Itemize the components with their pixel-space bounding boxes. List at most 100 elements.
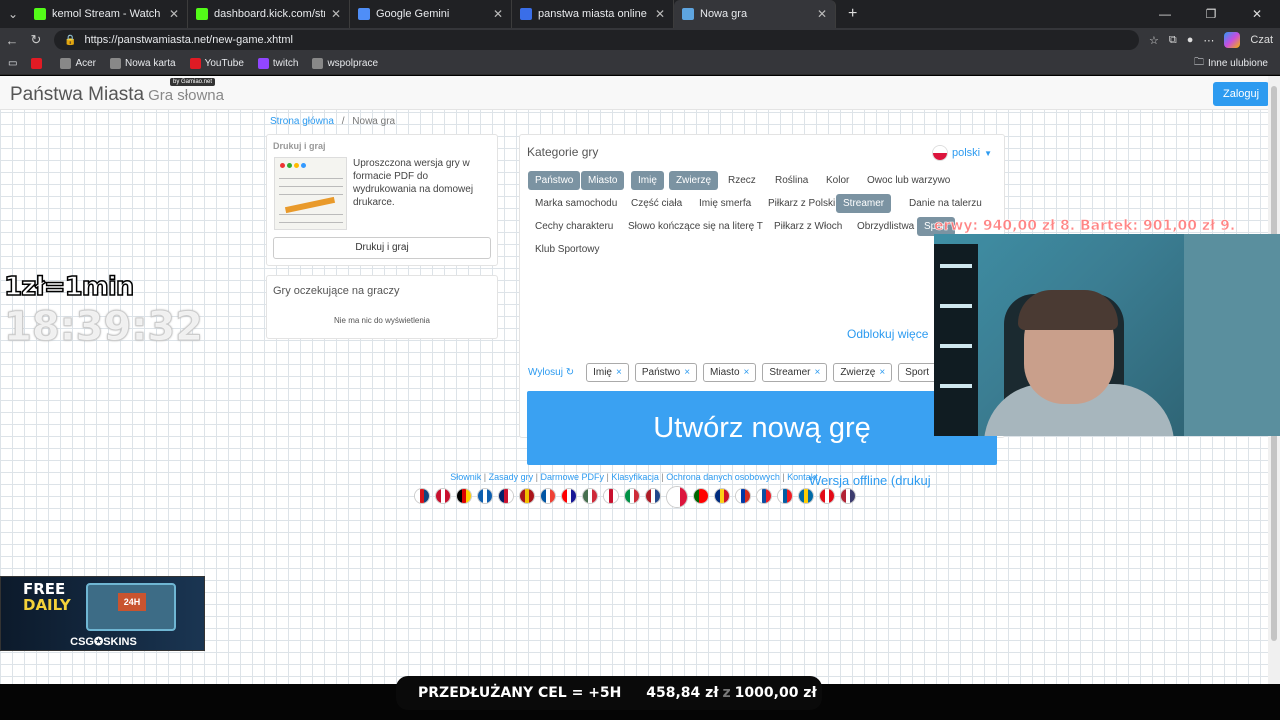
category-4[interactable]: Zwierzę bbox=[669, 171, 719, 190]
menu-icon[interactable]: ⋯ bbox=[1203, 34, 1214, 47]
browser-tab[interactable]: Google Gemini ✕ bbox=[350, 0, 512, 28]
reading-list-icon[interactable]: ▭ bbox=[8, 58, 17, 69]
language-flag-icon[interactable] bbox=[693, 488, 709, 504]
category-7[interactable]: Kolor bbox=[819, 171, 856, 190]
category-15[interactable]: Cechy charakteru bbox=[528, 217, 620, 236]
bookmark-item[interactable]: YouTube bbox=[189, 57, 244, 69]
category-8[interactable]: Owoc lub warzywo bbox=[860, 171, 957, 190]
tab-list-icon[interactable]: ⌄ bbox=[0, 7, 26, 21]
language-flag-icon[interactable] bbox=[456, 488, 472, 504]
remove-icon[interactable]: × bbox=[879, 367, 885, 378]
language-flag-icon[interactable] bbox=[714, 488, 730, 504]
language-flag-icon[interactable] bbox=[645, 488, 661, 504]
close-window-icon[interactable]: ✕ bbox=[1234, 0, 1280, 28]
footer-link[interactable]: Zasady gry bbox=[489, 472, 534, 482]
category-20[interactable]: Klub Sportowy bbox=[528, 240, 606, 259]
copilot-icon[interactable] bbox=[1224, 32, 1241, 48]
tab-close-icon[interactable]: ✕ bbox=[331, 7, 341, 21]
category-17[interactable]: Piłkarz z Włoch bbox=[767, 217, 849, 236]
language-flag-icon[interactable] bbox=[735, 488, 751, 504]
language-flags bbox=[414, 486, 856, 508]
bookmark-item[interactable] bbox=[31, 57, 46, 69]
browser-tab-bar: ⌄ kemol Stream - Watch Live on Kick✕dash… bbox=[0, 0, 1280, 28]
language-flag-icon[interactable] bbox=[582, 488, 598, 504]
remove-icon[interactable]: × bbox=[744, 367, 750, 378]
bookmark-icon bbox=[31, 57, 43, 69]
language-flag-icon[interactable] bbox=[624, 488, 640, 504]
url-field[interactable]: 🔒 https://panstwamiasta.net/new-game.xht… bbox=[54, 30, 1139, 50]
bookmark-item[interactable]: twitch bbox=[257, 57, 298, 69]
tab-close-icon[interactable]: ✕ bbox=[655, 7, 665, 21]
language-flag-icon[interactable] bbox=[414, 488, 430, 504]
remove-icon[interactable]: × bbox=[616, 367, 622, 378]
browser-tab[interactable]: Nowa gra ✕ bbox=[674, 0, 836, 28]
language-flag-icon[interactable] bbox=[477, 488, 493, 504]
category-11[interactable]: Imię smerfa bbox=[692, 194, 758, 213]
minimize-icon[interactable]: — bbox=[1142, 0, 1188, 28]
footer-link[interactable]: Ochrona danych osobowych bbox=[666, 472, 780, 482]
remove-icon[interactable]: × bbox=[684, 367, 690, 378]
language-flag-icon[interactable] bbox=[756, 488, 772, 504]
footer-link[interactable]: Słownik bbox=[450, 472, 481, 482]
tab-close-icon[interactable]: ✕ bbox=[169, 7, 179, 21]
bookmark-item[interactable]: Nowa karta bbox=[110, 57, 176, 69]
create-game-button[interactable]: Utwórz nową grę bbox=[527, 391, 997, 465]
print-button[interactable]: Drukuj i graj bbox=[273, 237, 491, 259]
category-12[interactable]: Piłkarz z Polski bbox=[761, 194, 842, 213]
language-flag-icon[interactable] bbox=[435, 488, 451, 504]
copilot-label[interactable]: Czat bbox=[1250, 34, 1273, 46]
category-18[interactable]: Obrzydlistwa bbox=[850, 217, 921, 236]
csgoskins-promo: FREE DAILY 24H CSG✪SKINS bbox=[0, 576, 205, 651]
browser-tab[interactable]: dashboard.kick.com/stream ✕ bbox=[188, 0, 350, 28]
breadcrumb-home[interactable]: Strona główna bbox=[270, 116, 334, 127]
other-favorites[interactable]: 🗀 Inne ulubione bbox=[1194, 55, 1268, 72]
breadcrumb-current: Nowa gra bbox=[352, 116, 396, 127]
login-button[interactable]: Zaloguj bbox=[1213, 82, 1268, 106]
bookmark-item[interactable]: wspolprace bbox=[312, 57, 378, 69]
category-14[interactable]: Danie na talerzu bbox=[902, 194, 989, 213]
language-flag-icon[interactable] bbox=[840, 488, 856, 504]
back-icon[interactable]: ← bbox=[0, 33, 24, 48]
footer-link[interactable]: Darmowe PDFy bbox=[541, 472, 605, 482]
category-1[interactable]: Państwo bbox=[528, 171, 581, 190]
language-flag-icon[interactable] bbox=[540, 488, 556, 504]
category-16[interactable]: Słowo kończące się na literę T bbox=[621, 217, 770, 236]
draw-button[interactable]: Wylosuj ↻ bbox=[528, 367, 574, 378]
category-3[interactable]: Imię bbox=[631, 171, 664, 190]
unlock-more-link[interactable]: Odblokuj więce bbox=[847, 327, 928, 341]
language-flag-icon[interactable] bbox=[519, 488, 535, 504]
language-flag-icon[interactable] bbox=[603, 488, 619, 504]
language-flag-icon[interactable] bbox=[666, 486, 688, 508]
language-flag-icon[interactable] bbox=[819, 488, 835, 504]
tab-close-icon[interactable]: ✕ bbox=[493, 7, 503, 21]
category-13[interactable]: Streamer bbox=[836, 194, 892, 213]
maximize-icon[interactable]: ❐ bbox=[1188, 0, 1234, 28]
category-5[interactable]: Rzecz bbox=[721, 171, 763, 190]
category-9[interactable]: Marka samochodu bbox=[528, 194, 624, 213]
browser-tab[interactable]: panstwa miasta online - Wyszukaj ✕ bbox=[512, 0, 674, 28]
profile-icon[interactable]: ● bbox=[1187, 34, 1194, 46]
tab-close-icon[interactable]: ✕ bbox=[817, 7, 827, 21]
language-flag-icon[interactable] bbox=[777, 488, 793, 504]
remove-icon[interactable]: × bbox=[814, 367, 820, 378]
footer-link[interactable]: Klasyfikacja bbox=[611, 472, 659, 482]
selected-chip: Zwierzę × bbox=[833, 363, 893, 382]
category-6[interactable]: Roślina bbox=[768, 171, 815, 190]
site-logo[interactable]: Państwa Miasta Gra słowna bbox=[10, 84, 224, 106]
language-select[interactable]: polski ▼ bbox=[932, 145, 992, 161]
extensions-icon[interactable]: ⧉ bbox=[1169, 34, 1177, 47]
footer-link[interactable]: Kontakt bbox=[787, 472, 818, 482]
browser-tab[interactable]: kemol Stream - Watch Live on Kick ✕ bbox=[26, 0, 188, 28]
favorites-star-icon[interactable]: ☆ bbox=[1149, 34, 1159, 47]
print-preview-image bbox=[274, 157, 347, 230]
bookmark-item[interactable]: Acer bbox=[60, 57, 96, 69]
language-flag-icon[interactable] bbox=[798, 488, 814, 504]
refresh-icon[interactable]: ↻ bbox=[24, 32, 48, 48]
category-2[interactable]: Miasto bbox=[581, 171, 625, 190]
new-tab-button[interactable]: + bbox=[848, 5, 857, 23]
language-flag-icon[interactable] bbox=[561, 488, 577, 504]
category-10[interactable]: Część ciała bbox=[624, 194, 689, 213]
chip-label: Miasto bbox=[710, 367, 740, 378]
language-flag-icon[interactable] bbox=[498, 488, 514, 504]
waiting-panel-header: Gry oczekujące na graczy bbox=[273, 285, 400, 297]
